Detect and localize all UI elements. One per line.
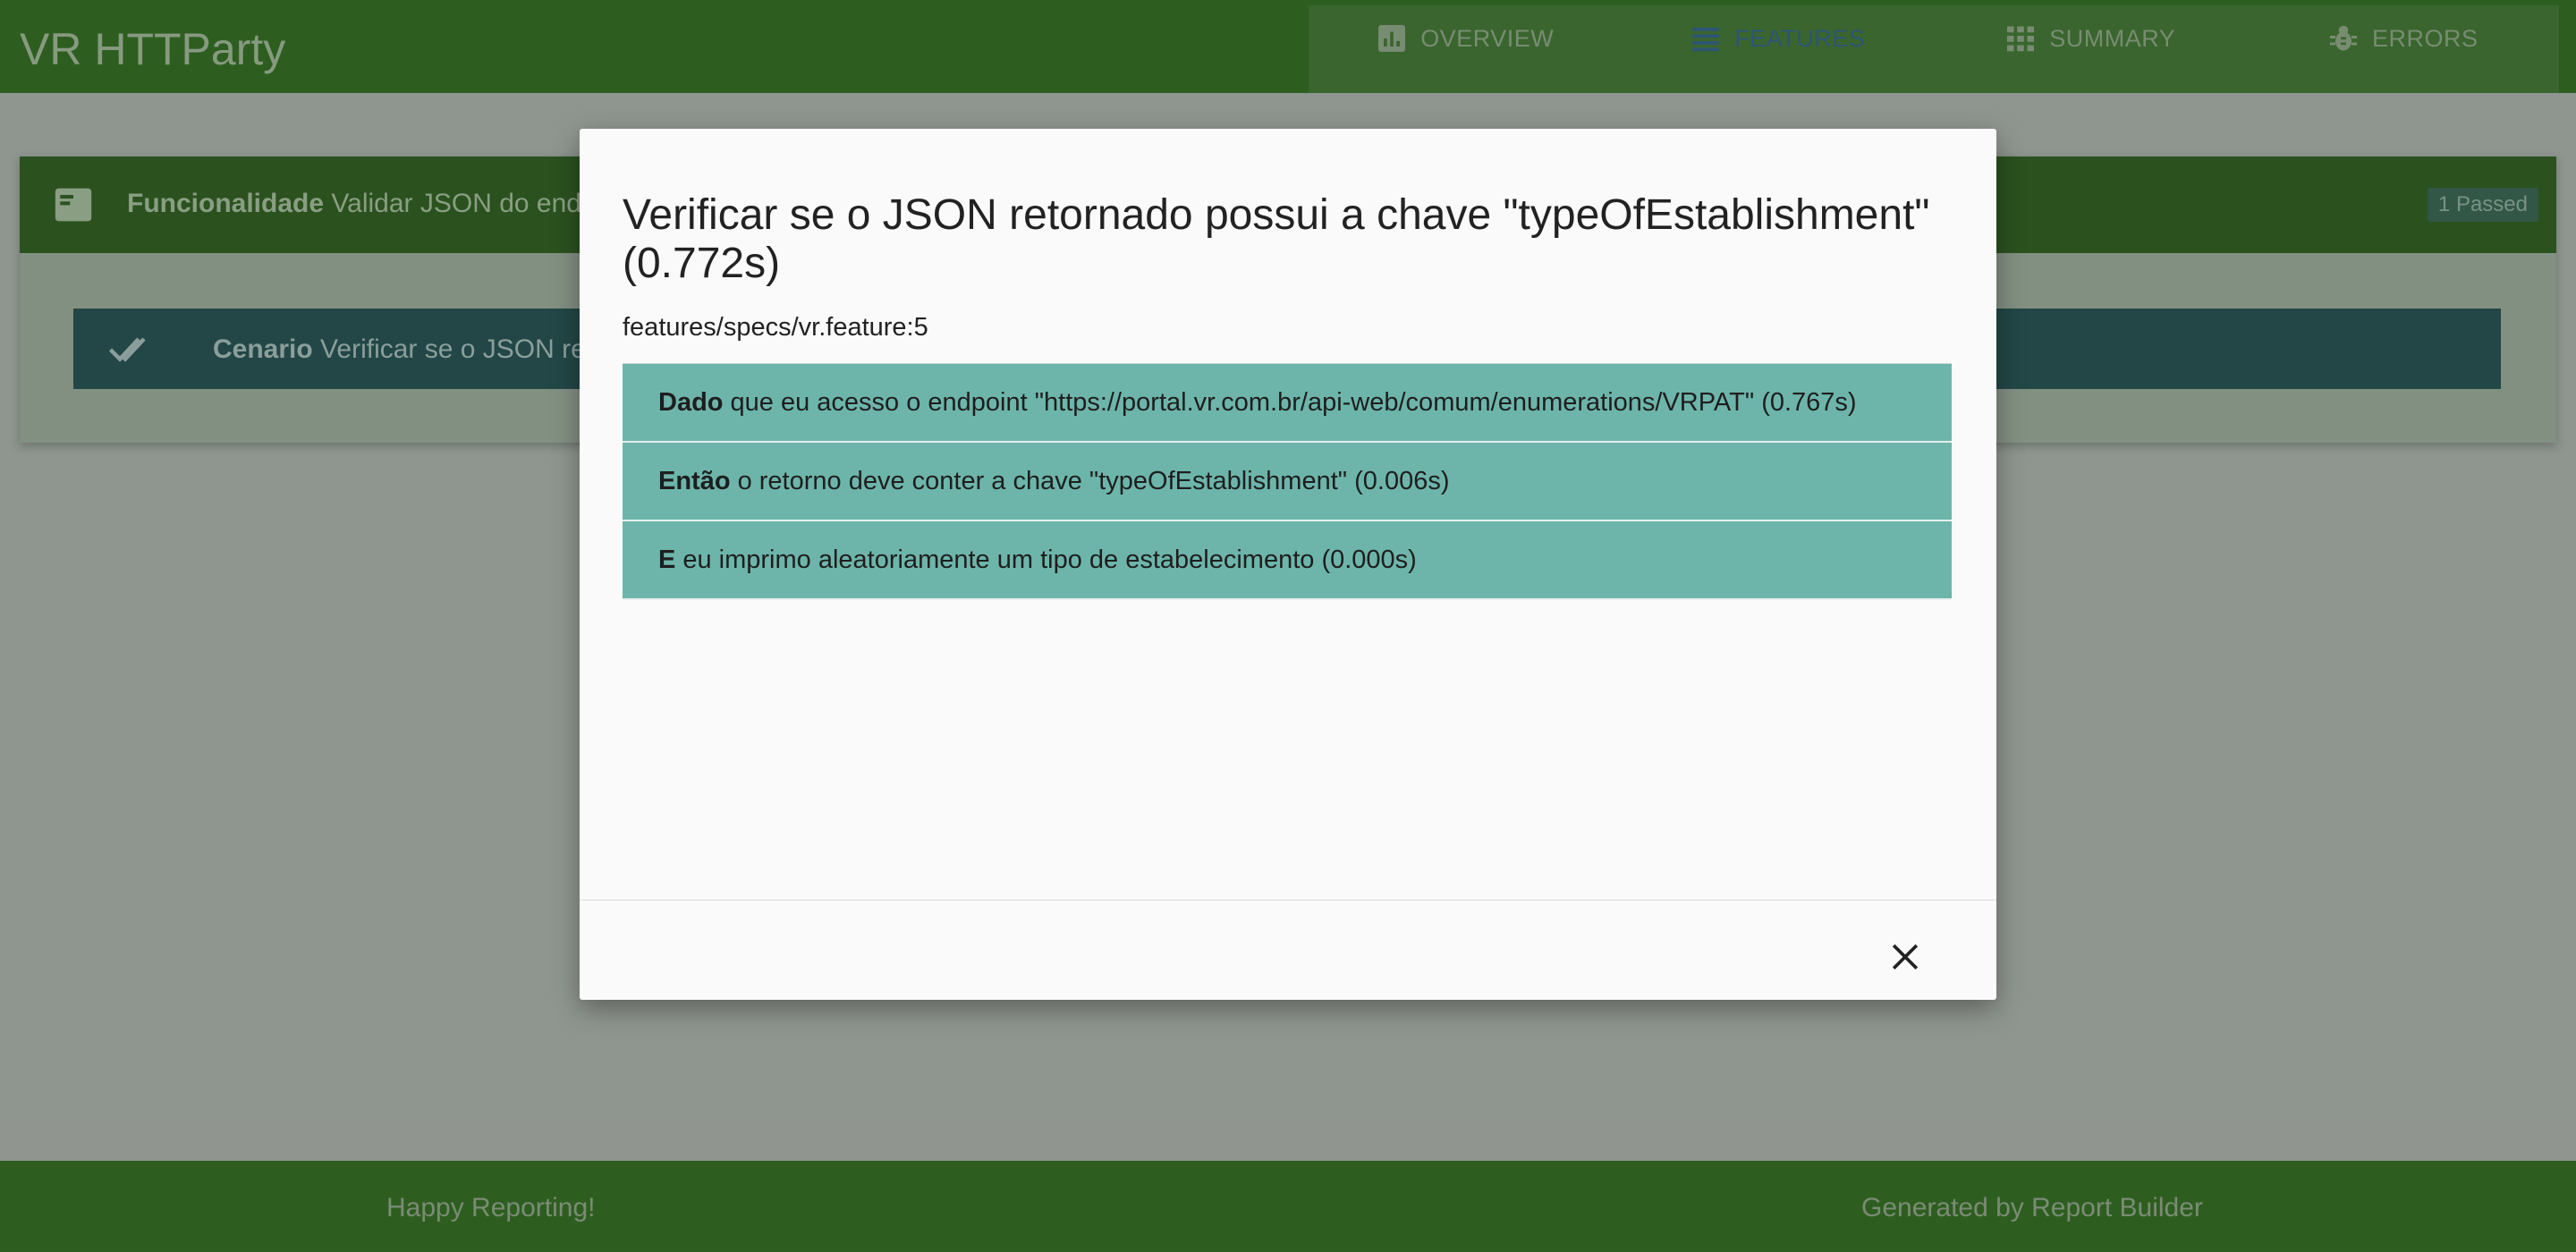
scenario-modal: Verificar se o JSON retornado possui a c… — [580, 129, 1996, 1000]
close-icon[interactable] — [1885, 937, 1925, 977]
step-keyword: Dado — [658, 387, 724, 417]
modal-footer-divider — [580, 900, 1996, 901]
modal-subtitle: features/specs/vr.feature:5 — [623, 313, 928, 342]
step-row: Então o retorno deve conter a chave "typ… — [623, 443, 1952, 521]
step-text: eu imprimo aleatoriamente um tipo de est… — [682, 545, 1417, 574]
modal-title: Verificar se o JSON retornado possui a c… — [623, 191, 1930, 287]
step-row: E eu imprimo aleatoriamente um tipo de e… — [623, 521, 1952, 600]
step-keyword: Então — [658, 466, 731, 495]
step-row: Dado que eu acesso o endpoint "https://p… — [623, 364, 1952, 443]
steps-list: Dado que eu acesso o endpoint "https://p… — [623, 363, 1952, 600]
step-keyword: E — [658, 545, 676, 574]
step-text: o retorno deve conter a chave "typeOfEst… — [737, 466, 1450, 495]
step-text: que eu acesso o endpoint "https://portal… — [730, 387, 1857, 417]
